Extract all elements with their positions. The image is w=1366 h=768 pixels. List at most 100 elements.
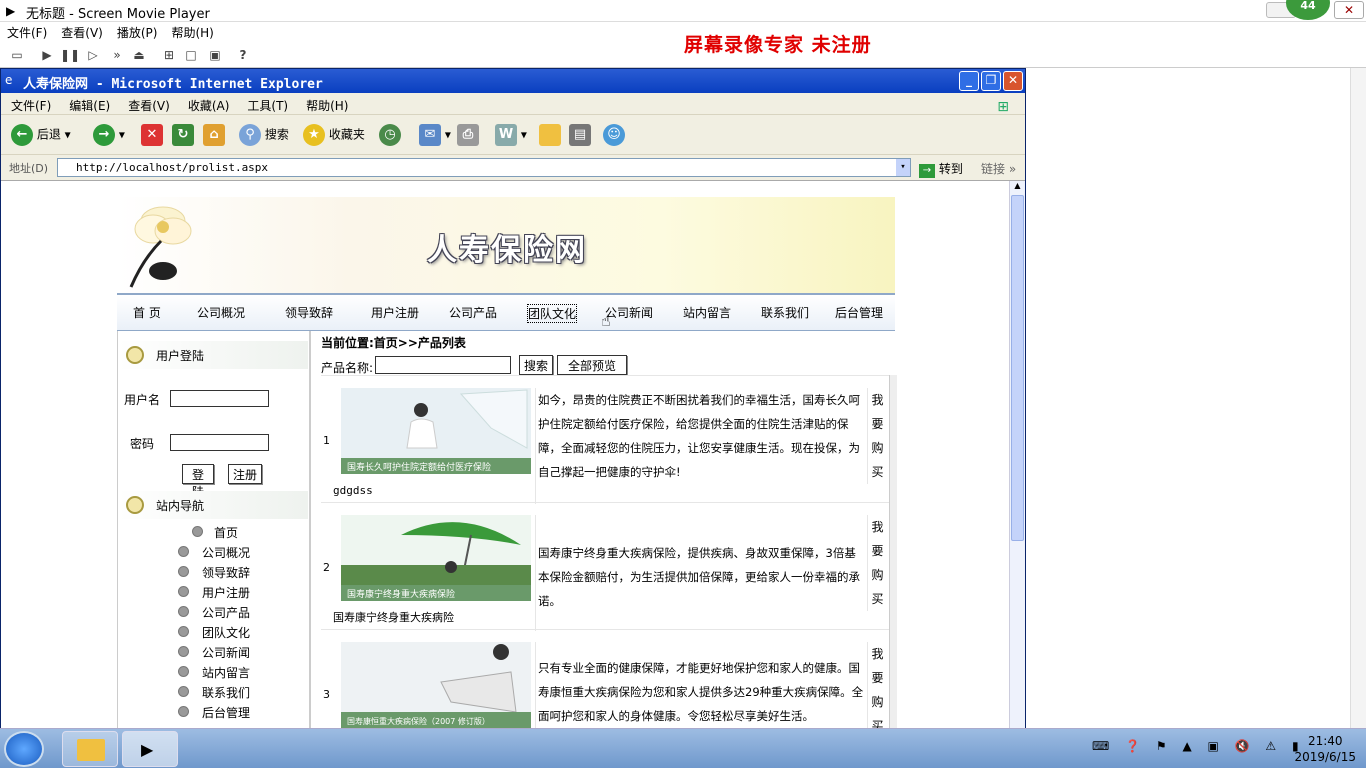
main-panel: 当前位置:首页>>产品列表 产品名称: 搜索 全部预览 1 国寿长久呵护住院定额… [309, 331, 897, 729]
eject-icon[interactable]: ⏏ [130, 46, 148, 64]
player-toolbar: ▭ ▶ ❚❚ ▷ » ⏏ ⊞ □ ▣ ? [0, 42, 1366, 68]
forward-button[interactable]: → ▾ [93, 124, 125, 146]
nav-company[interactable]: 公司概况 [197, 304, 245, 321]
sitenav-item-news[interactable]: 公司新闻 [178, 644, 250, 664]
player-menu-file[interactable]: 文件(F) [0, 22, 54, 43]
messenger-button[interactable]: ☺ [603, 124, 625, 146]
nav-products[interactable]: 公司产品 [449, 304, 497, 321]
favorites-button[interactable]: ★ 收藏夹 [303, 124, 365, 146]
nav-home[interactable]: 首 页 [133, 304, 161, 321]
links-button[interactable]: 链接 » [981, 160, 1016, 177]
menu-view[interactable]: 查看(V) [118, 93, 178, 114]
product-image-caption: 国寿长久呵护住院定额给付医疗保险 [347, 461, 491, 473]
sitenav-item-products[interactable]: 公司产品 [178, 604, 250, 624]
product-image[interactable]: 国寿康宁终身重大疾病保险 [341, 515, 531, 601]
sitenav-item-admin[interactable]: 后台管理 [178, 704, 250, 724]
nav-admin[interactable]: 后台管理 [835, 304, 883, 321]
breadcrumb: 当前位置:首页>>产品列表 [321, 336, 466, 350]
nav-news[interactable]: 公司新闻 [605, 304, 653, 321]
table-row: 2 国寿康宁终身重大疾病保险 国寿康宁终身重大疾病险 国寿康宁终身重大疾病保险，… [321, 502, 891, 631]
player-scrollbar[interactable] [1350, 68, 1366, 728]
print-button[interactable]: ⎙ [457, 124, 479, 146]
product-image[interactable]: 国寿长久呵护住院定额给付医疗保险 [341, 388, 531, 474]
edit-button[interactable]: W ▾ [495, 124, 527, 146]
clock[interactable]: 21:40 2019/6/15 [1294, 733, 1356, 765]
scrollbar-thumb[interactable] [1011, 195, 1024, 541]
address-input[interactable]: http://localhost/prolist.aspx ▾ [57, 158, 911, 177]
inner-scrollbar[interactable] [889, 375, 897, 729]
dropdown-arrow-icon[interactable]: ▾ [896, 159, 910, 176]
player-menu-help[interactable]: 帮助(H) [164, 22, 220, 43]
player-close-button[interactable]: ✕ [1334, 1, 1364, 19]
bullet-icon [178, 706, 189, 717]
menu-tools[interactable]: 工具(T) [237, 93, 296, 114]
search-button[interactable]: ⚲ 搜索 [239, 124, 289, 146]
start-button[interactable] [4, 731, 44, 767]
sitenav-item-leader[interactable]: 领导致辞 [178, 564, 250, 584]
sitenav-item-home[interactable]: 首页 [178, 524, 250, 544]
go-button[interactable]: → 转到 [919, 160, 963, 178]
maximize-button[interactable]: ❐ [981, 71, 1001, 91]
buy-link[interactable]: 我要购买 [867, 388, 887, 484]
menu-file[interactable]: 文件(F) [1, 93, 59, 114]
step-forward-icon[interactable]: ▷ [84, 46, 102, 64]
nav-guestbook[interactable]: 站内留言 [683, 304, 731, 321]
page-content: 人寿保险网 首 页 公司概况 领导致辞 用户注册 公司产品 团队文化 公司新闻 … [1, 181, 1009, 729]
history-button[interactable]: ◷ [379, 124, 401, 146]
sitenav-item-guestbook[interactable]: 站内留言 [178, 664, 250, 684]
username-input[interactable] [170, 390, 269, 407]
explorer-taskbar-button[interactable] [62, 731, 118, 767]
player-menubar: 文件(F) 查看(V) 播放(P) 帮助(H) [0, 22, 1366, 42]
sitenav-item-culture[interactable]: 团队文化 [178, 624, 250, 644]
play-icon[interactable]: ▶ [38, 46, 56, 64]
nav-leader[interactable]: 领导致辞 [285, 304, 333, 321]
menu-favorites[interactable]: 收藏(A) [178, 93, 238, 114]
close-button[interactable]: ✕ [1003, 71, 1023, 91]
nav-register[interactable]: 用户注册 [371, 304, 419, 321]
buy-link[interactable]: 我要购买 [867, 515, 887, 611]
product-search-input[interactable] [375, 356, 511, 374]
window-icon[interactable]: □ [182, 46, 200, 64]
system-tray-icons[interactable]: ⌨ ❓ ⚑ ▲ ▣ 🔇 ⚠ ▮ [1092, 739, 1305, 753]
open-icon[interactable]: ▭ [8, 46, 26, 64]
folder-button[interactable] [539, 124, 561, 146]
refresh-button[interactable]: ↻ [172, 124, 194, 146]
player-menu-view[interactable]: 查看(V) [54, 22, 110, 43]
page-scrollbar[interactable]: ▲ [1009, 181, 1025, 729]
password-input[interactable] [170, 434, 269, 451]
product-name[interactable]: 国寿康宁终身重大疾病险 [333, 609, 454, 625]
sitenav-item-register[interactable]: 用户注册 [178, 584, 250, 604]
fast-forward-icon[interactable]: » [108, 46, 126, 64]
menu-edit[interactable]: 编辑(E) [59, 93, 118, 114]
discuss-button[interactable]: ▤ [569, 124, 591, 146]
help-icon[interactable]: ? [234, 46, 252, 64]
nav-contact[interactable]: 联系我们 [761, 304, 809, 321]
nav-culture[interactable]: 团队文化 [527, 304, 578, 323]
login-button[interactable]: 登陆 [182, 464, 214, 499]
product-name[interactable]: gdgdss [333, 484, 373, 497]
fit-icon[interactable]: ⊞ [160, 46, 178, 64]
register-button[interactable]: 注册 [228, 464, 262, 484]
back-button[interactable]: ← 后退 ▾ [11, 124, 71, 146]
player-menu-play[interactable]: 播放(P) [110, 22, 165, 43]
sitenav-item-contact[interactable]: 联系我们 [178, 684, 250, 704]
product-number: 1 [323, 434, 330, 447]
show-all-button[interactable]: 全部预览 [557, 355, 627, 375]
product-image[interactable]: 国寿康恒重大疾病保险（2007 修订版） [341, 642, 531, 728]
buy-link[interactable]: 我要购买 [867, 642, 887, 729]
menu-help[interactable]: 帮助(H) [296, 93, 356, 114]
mail-button[interactable]: ✉ ▾ [419, 124, 451, 146]
minimize-button[interactable]: _ [959, 71, 979, 91]
player-taskbar-button[interactable]: ▶ [122, 731, 178, 767]
sitenav-item-company[interactable]: 公司概况 [178, 544, 250, 564]
stop-button[interactable]: ✕ [141, 124, 163, 146]
bullet-icon [178, 586, 189, 597]
pause-icon[interactable]: ❚❚ [60, 46, 80, 64]
fullscreen-icon[interactable]: ▣ [206, 46, 224, 64]
search-submit-button[interactable]: 搜索 [519, 355, 553, 375]
search-icon: ⚲ [239, 124, 261, 146]
scroll-up-icon[interactable]: ▲ [1011, 181, 1024, 194]
search-label: 产品名称: [321, 361, 374, 375]
home-button[interactable]: ⌂ [203, 124, 225, 146]
sidebar: 用户登陆 用户名 密码 登陆 注册 站内导航 首页 公司概况 领导致辞 用户注册… [117, 331, 309, 729]
